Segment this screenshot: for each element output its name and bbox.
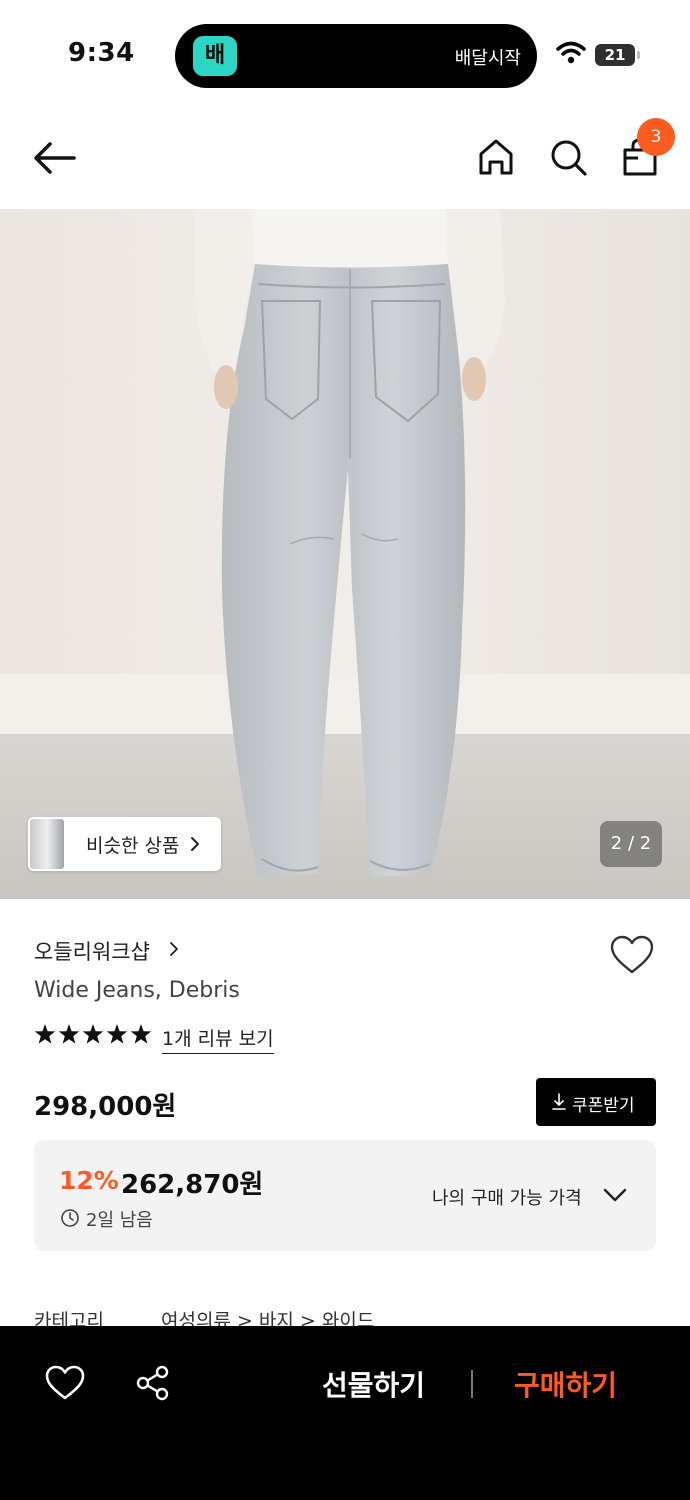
search-icon[interactable] (548, 136, 588, 178)
chevron-down-icon (603, 1188, 627, 1202)
category-breadcrumb: 카테고리 여성의류 > 바지 > 와이드 (34, 1306, 656, 1326)
dynamic-island[interactable]: 배 배달시작 (175, 24, 537, 88)
category-label: 카테고리 (34, 1310, 104, 1326)
similar-products-label: 비슷한 상품 (86, 835, 180, 857)
discount-rate: 12% (59, 1166, 119, 1195)
coupon-download-button[interactable]: 쿠폰받기 (536, 1078, 656, 1126)
top-navigation: 3 (0, 110, 690, 208)
product-name: Wide Jeans, Debris (34, 978, 240, 1003)
brand-link[interactable]: 오들리워크샵 (34, 936, 150, 966)
download-icon (552, 1093, 566, 1110)
heart-icon[interactable] (609, 934, 655, 976)
island-status-text: 배달시작 (454, 48, 521, 69)
share-icon[interactable] (134, 1364, 172, 1402)
bottom-action-bar: 선물하기 구매하기 (0, 1326, 690, 1500)
clock-icon (61, 1209, 79, 1227)
similar-products-button[interactable]: 비슷한 상품 (28, 817, 221, 871)
status-bar: 9:34 배 배달시작 21 (0, 0, 690, 100)
product-photo (0, 209, 690, 899)
category-path[interactable]: 여성의류 > 바지 > 와이드 (161, 1306, 374, 1326)
buy-button[interactable]: 구매하기 (514, 1364, 617, 1404)
my-price-label: 나의 구매 가능 가격 (432, 1188, 582, 1209)
battery-cap (637, 51, 640, 59)
image-pager: 2 / 2 (600, 821, 662, 867)
back-arrow-icon[interactable] (30, 138, 78, 178)
star-rating-icon (34, 1024, 152, 1044)
coupon-label: 쿠폰받기 (572, 1096, 635, 1116)
chevron-right-icon[interactable] (168, 941, 180, 957)
gift-button[interactable]: 선물하기 (322, 1364, 425, 1404)
discount-price: 262,870원 (121, 1170, 264, 1200)
product-image[interactable]: 비슷한 상품 2 / 2 (0, 209, 690, 899)
cart-count-badge: 3 (637, 118, 675, 156)
heart-icon[interactable] (44, 1364, 86, 1402)
my-price-box[interactable]: 12% 262,870원 2일 남음 나의 구매 가능 가격 (34, 1140, 656, 1251)
home-icon[interactable] (476, 136, 516, 178)
time-remaining: 2일 남음 (86, 1210, 153, 1231)
button-divider (471, 1370, 473, 1398)
chevron-right-icon (191, 837, 199, 851)
wifi-icon (556, 41, 586, 64)
review-link[interactable]: 1개 리뷰 보기 (162, 1024, 274, 1054)
original-price: 298,000원 (34, 1092, 177, 1122)
battery-icon: 21 (595, 44, 635, 66)
baemin-logo-icon: 배 (193, 36, 237, 76)
status-time: 9:34 (68, 38, 135, 68)
similar-product-thumbnail (30, 819, 64, 869)
